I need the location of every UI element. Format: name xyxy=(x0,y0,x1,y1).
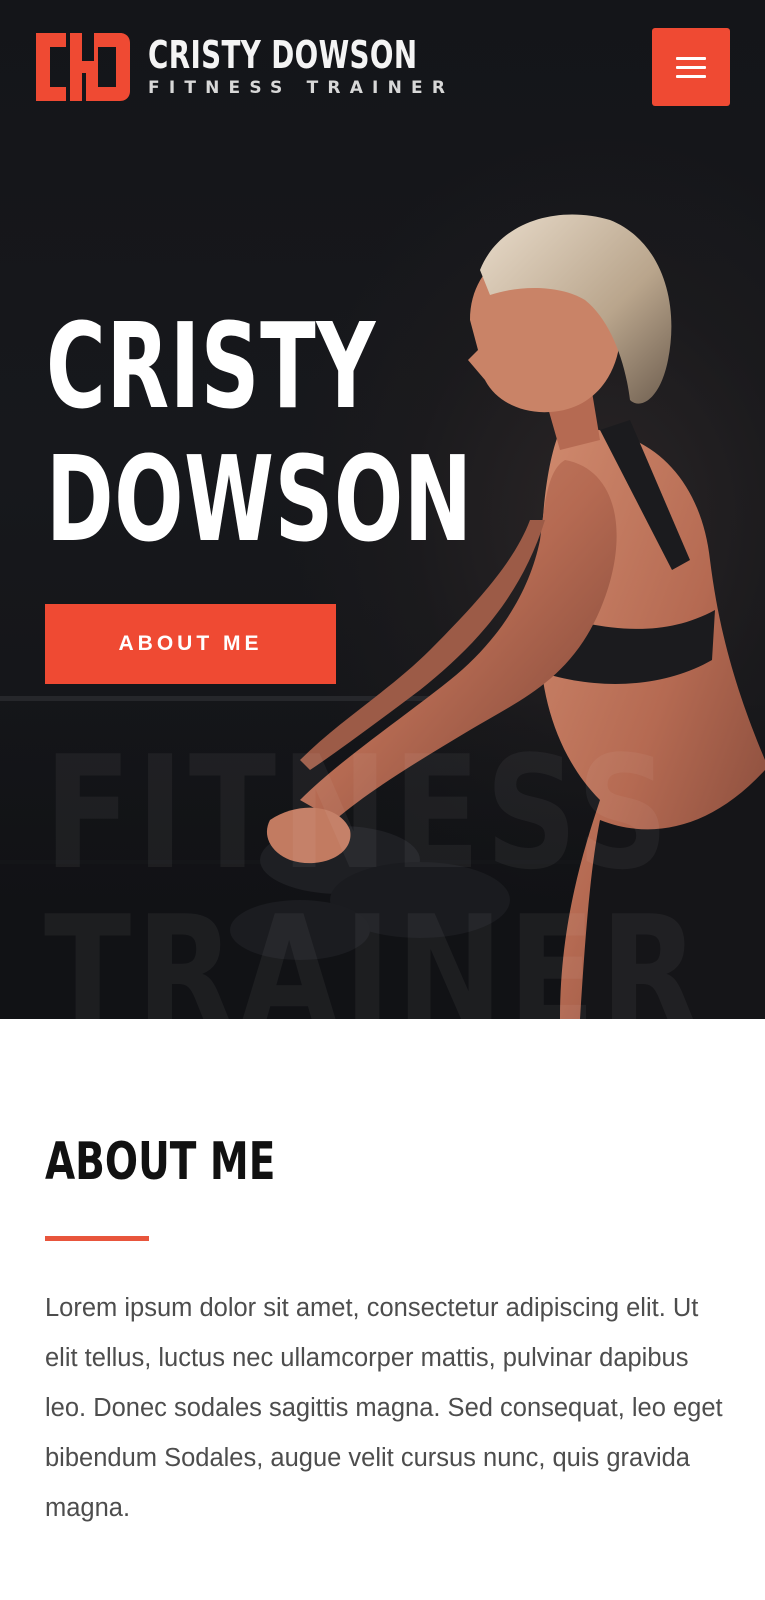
logo-name: CRISTY DOWSON xyxy=(148,33,418,77)
about-body-text: Lorem ipsum dolor sit amet, consectetur … xyxy=(45,1294,723,1522)
about-me-button[interactable]: ABOUT ME xyxy=(45,604,336,684)
logo-monogram-icon xyxy=(36,33,130,101)
hero-title-line1: CRISTY xyxy=(46,297,377,435)
about-section: ABOUT ME Lorem ipsum dolor sit amet, con… xyxy=(0,1019,765,1600)
hero-watermark-line1: FITNESS xyxy=(44,722,674,904)
hamburger-menu-icon xyxy=(676,56,706,60)
hamburger-menu-icon-line xyxy=(676,74,706,78)
logo-tagline: FITNESS TRAINER xyxy=(148,78,455,98)
hamburger-menu-icon-line xyxy=(676,65,706,69)
hero-title-line2: DOWSON xyxy=(46,430,473,568)
hero-section: FITNESS TRAINER CRISTY DOWSON FITNESS TR… xyxy=(0,0,765,1019)
site-logo[interactable]: CRISTY DOWSON FITNESS TRAINER xyxy=(36,33,517,101)
menu-toggle-button[interactable] xyxy=(652,28,730,106)
about-divider xyxy=(45,1236,149,1241)
hero-watermark-line2: TRAINER xyxy=(44,882,704,1019)
hero-title: CRISTY DOWSON xyxy=(46,300,473,566)
logo-text: CRISTY DOWSON FITNESS TRAINER xyxy=(148,36,517,98)
about-heading: ABOUT ME xyxy=(45,1132,276,1192)
